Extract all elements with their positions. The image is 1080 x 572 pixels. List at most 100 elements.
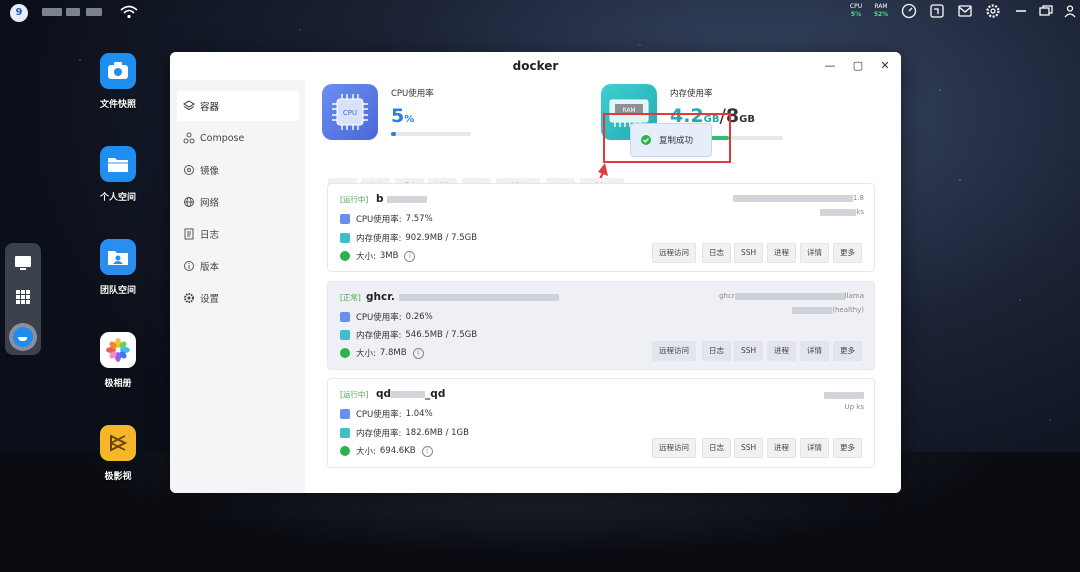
container-image-info: ghcr llama: [719, 292, 864, 300]
detail-button[interactable]: 详情: [800, 243, 829, 263]
more-button[interactable]: 更多: [833, 341, 862, 361]
desktop-monitor-icon[interactable]: [13, 253, 33, 273]
log-button[interactable]: 日志: [702, 243, 731, 263]
camera-icon: [100, 53, 136, 89]
process-button[interactable]: 进程: [767, 341, 796, 361]
sidebar-item-label: Compose: [200, 132, 245, 144]
size-row: 大小: 7.8MB i: [340, 347, 424, 359]
log-button[interactable]: 日志: [702, 341, 731, 361]
desktop-app-personal-space[interactable]: 个人空间: [78, 146, 158, 203]
compose-icon: [183, 132, 195, 144]
close-button[interactable]: ✕: [877, 58, 893, 74]
sidebar-item-logs[interactable]: 日志: [177, 219, 299, 249]
container-card[interactable]: [运行中] b CPU使用率: 7.57% 内存使用率: 902.9MB / 7.5…: [327, 183, 875, 272]
desktop-app-label: 团队空间: [99, 286, 136, 296]
cpu-usage-label: CPU使用率: [391, 89, 434, 99]
sidebar-item-compose[interactable]: Compose: [177, 123, 299, 153]
more-button[interactable]: 更多: [833, 243, 862, 263]
sidebar-item-version[interactable]: 版本: [177, 251, 299, 281]
desktop-app-video[interactable]: 极影视: [78, 425, 158, 482]
more-button[interactable]: 更多: [833, 438, 862, 458]
globe-icon: [183, 196, 195, 208]
cpu-small-icon: [340, 214, 350, 224]
ssh-button[interactable]: SSH: [734, 438, 764, 458]
layers-icon: [183, 100, 195, 112]
cpu-usage-row: CPU使用率: 1.04%: [340, 408, 433, 420]
desktop-app-label: 极影视: [104, 472, 132, 482]
remote-access-button[interactable]: 远程访问: [652, 438, 696, 458]
pie-chart-icon: [340, 251, 350, 261]
desktop-app-photos[interactable]: 极相册: [78, 332, 158, 389]
memory-small-icon: [340, 330, 350, 340]
memory-usage-label: 内存使用率: [670, 89, 713, 99]
container-uptime-info: Up ks: [844, 403, 865, 411]
desktop-app-file-snapshot[interactable]: 文件快照: [78, 53, 158, 110]
gauge-icon[interactable]: [901, 3, 917, 19]
settings-gear-icon[interactable]: [985, 3, 1001, 19]
docker-window: docker — ▢ ✕ 容器 Compose 镜像 网络 日志 版本 设置 C…: [170, 52, 901, 493]
info-icon[interactable]: i: [412, 347, 424, 359]
copy-success-toast: 复制成功: [630, 123, 712, 157]
mail-icon[interactable]: [957, 3, 973, 19]
system-logo-icon[interactable]: 9: [10, 4, 28, 22]
container-image-info: 1.8: [732, 194, 864, 202]
memory-usage-row: 内存使用率: 902.9MB / 7.5GB: [340, 232, 477, 244]
sidebar-item-images[interactable]: 镜像: [177, 155, 299, 185]
container-uptime-info: ks: [820, 208, 864, 216]
desktop-app-label: 极相册: [104, 379, 132, 389]
redacted-text: [42, 8, 62, 16]
window-title: docker: [170, 52, 901, 80]
sidebar-item-label: 日志: [200, 230, 220, 241]
process-button[interactable]: 进程: [767, 243, 796, 263]
info-icon[interactable]: i: [421, 445, 433, 457]
ssh-button[interactable]: SSH: [734, 243, 764, 263]
log-button[interactable]: 日志: [702, 438, 731, 458]
container-image-info: [824, 391, 864, 399]
cpu-usage-row: CPU使用率: 0.26%: [340, 311, 433, 323]
container-card[interactable]: [正常] ghcr. CPU使用率: 0.26% 内存使用率: 546.5MB / …: [327, 281, 875, 370]
task-icon[interactable]: [929, 3, 945, 19]
redacted-text: [86, 8, 102, 16]
desktop-app-team-space[interactable]: 团队空间: [78, 239, 158, 296]
process-button[interactable]: 进程: [767, 438, 796, 458]
top-bar: 9 CPU 5% RAM 52%: [0, 0, 1080, 24]
main-content: CPU CPU使用率 5% RAM 内存使用率 4.2GB/8GB 复制成功 […: [305, 80, 901, 493]
app-grid-icon[interactable]: [13, 287, 33, 307]
pie-chart-icon: [340, 446, 350, 456]
detail-button[interactable]: 详情: [800, 438, 829, 458]
remote-access-button[interactable]: 远程访问: [652, 341, 696, 361]
gear-icon: [183, 292, 195, 304]
info-icon[interactable]: i: [404, 250, 416, 262]
desktop-app-label: 个人空间: [99, 193, 136, 203]
memory-small-icon: [340, 233, 350, 243]
container-card[interactable]: [运行中] qd _qd CPU使用率: 1.04% 内存使用率: 182.6MB /…: [327, 378, 875, 468]
toast-text: 复制成功: [659, 136, 694, 146]
account-icon[interactable]: [1062, 3, 1078, 19]
memory-small-icon: [340, 428, 350, 438]
maximize-button[interactable]: ▢: [850, 58, 866, 74]
detail-button[interactable]: 详情: [800, 341, 829, 361]
minimize-button[interactable]: —: [822, 58, 838, 74]
memory-usage-row: 内存使用率: 546.5MB / 7.5GB: [340, 329, 477, 341]
window-switch-icon[interactable]: [1038, 3, 1054, 19]
sidebar-item-network[interactable]: 网络: [177, 187, 299, 217]
sidebar-item-settings[interactable]: 设置: [177, 283, 299, 313]
memory-usage-row: 内存使用率: 182.6MB / 1GB: [340, 427, 469, 439]
sidebar: 容器 Compose 镜像 网络 日志 版本 设置: [170, 80, 305, 493]
ssh-button[interactable]: SSH: [734, 341, 764, 361]
remote-access-button[interactable]: 远程访问: [652, 243, 696, 263]
size-row: 大小: 694.6KB i: [340, 445, 433, 457]
desktop-app-label: 文件快照: [99, 100, 136, 110]
sidebar-item-label: 网络: [200, 198, 220, 209]
cpu-chip-icon: CPU: [322, 84, 378, 140]
container-name: b: [376, 193, 428, 205]
sidebar-item-containers[interactable]: 容器: [177, 91, 299, 121]
pie-chart-icon: [340, 348, 350, 358]
container-status: [正常]: [340, 293, 361, 302]
wifi-icon[interactable]: [120, 5, 138, 19]
svg-text:CPU: CPU: [343, 109, 357, 117]
image-icon: [183, 164, 195, 176]
minimize-all-icon[interactable]: [1013, 3, 1029, 19]
docker-whale-icon[interactable]: [9, 323, 37, 351]
sidebar-item-label: 镜像: [200, 166, 220, 177]
